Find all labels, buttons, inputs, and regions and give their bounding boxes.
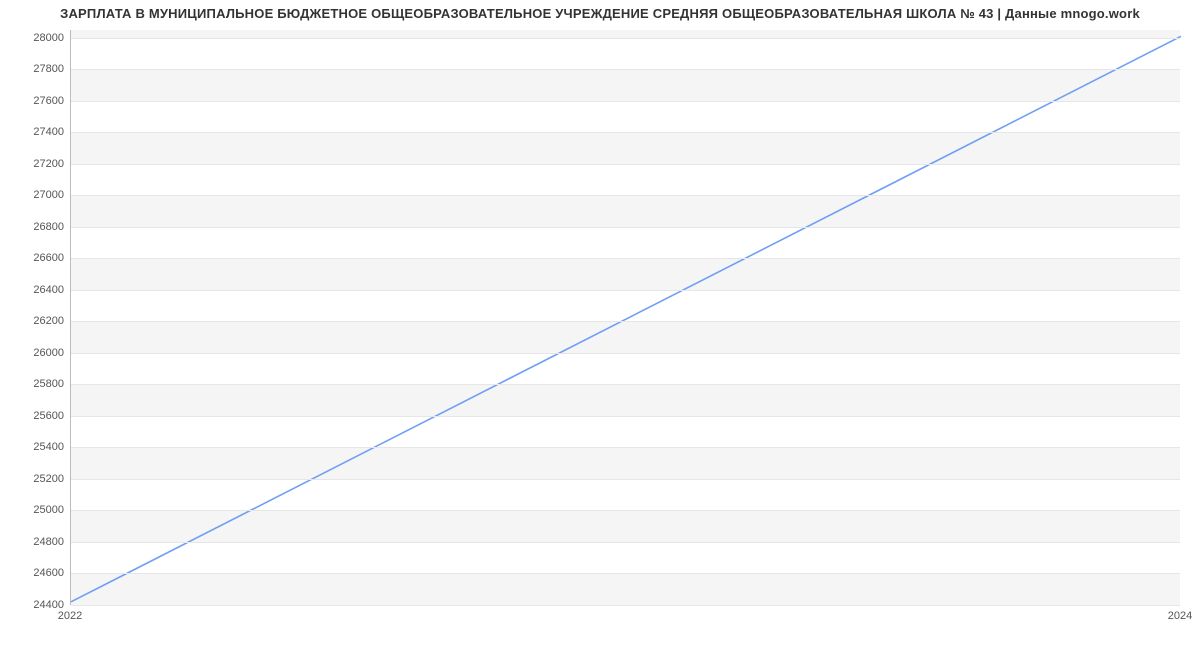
gridline	[71, 101, 1180, 102]
y-tick-label: 25000	[4, 504, 64, 516]
series-line	[71, 36, 1181, 602]
plot-area	[70, 30, 1180, 605]
chart-container: ЗАРПЛАТА В МУНИЦИПАЛЬНОЕ БЮДЖЕТНОЕ ОБЩЕО…	[0, 0, 1200, 650]
x-tick-label: 2022	[58, 610, 82, 622]
gridline	[71, 69, 1180, 70]
gridline	[71, 605, 1180, 606]
y-tick-label: 25400	[4, 441, 64, 453]
y-tick-label: 26800	[4, 221, 64, 233]
y-tick-label: 27600	[4, 95, 64, 107]
y-tick-label: 24400	[4, 599, 64, 611]
x-tick-label: 2024	[1168, 610, 1192, 622]
y-tick-label: 28000	[4, 32, 64, 44]
gridline	[71, 510, 1180, 511]
gridline	[71, 258, 1180, 259]
gridline	[71, 353, 1180, 354]
gridline	[71, 132, 1180, 133]
gridline	[71, 227, 1180, 228]
gridline	[71, 38, 1180, 39]
gridline	[71, 195, 1180, 196]
y-tick-label: 26200	[4, 315, 64, 327]
y-tick-label: 27000	[4, 189, 64, 201]
y-tick-label: 25200	[4, 473, 64, 485]
gridline	[71, 384, 1180, 385]
gridline	[71, 573, 1180, 574]
y-tick-label: 25800	[4, 378, 64, 390]
y-tick-label: 26600	[4, 252, 64, 264]
y-tick-label: 27200	[4, 158, 64, 170]
y-tick-label: 25600	[4, 410, 64, 422]
y-tick-label: 26000	[4, 347, 64, 359]
line-layer	[71, 30, 1180, 604]
gridline	[71, 290, 1180, 291]
y-tick-label: 24600	[4, 567, 64, 579]
gridline	[71, 447, 1180, 448]
y-tick-label: 26400	[4, 284, 64, 296]
gridline	[71, 542, 1180, 543]
gridline	[71, 321, 1180, 322]
gridline	[71, 164, 1180, 165]
y-tick-label: 27800	[4, 63, 64, 75]
gridline	[71, 416, 1180, 417]
y-tick-label: 24800	[4, 536, 64, 548]
y-tick-label: 27400	[4, 126, 64, 138]
chart-title: ЗАРПЛАТА В МУНИЦИПАЛЬНОЕ БЮДЖЕТНОЕ ОБЩЕО…	[0, 6, 1200, 21]
gridline	[71, 479, 1180, 480]
